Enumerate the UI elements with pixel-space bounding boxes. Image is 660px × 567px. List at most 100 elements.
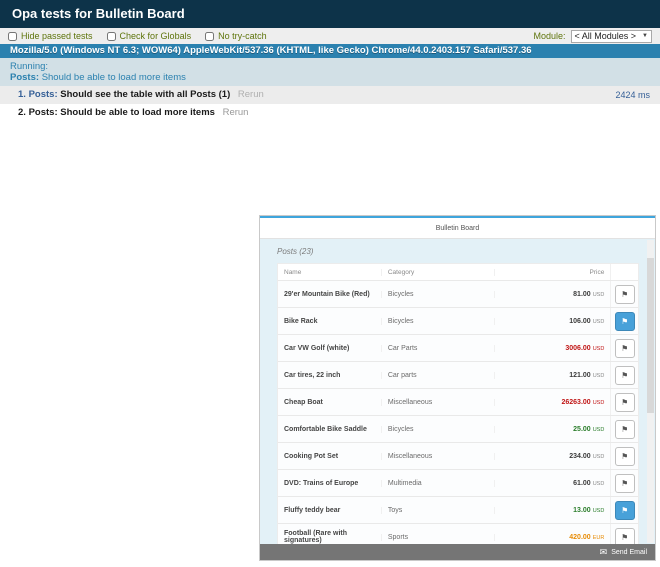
- hide-passed-tests-option[interactable]: Hide passed tests: [8, 31, 93, 41]
- flag-icon: ⚑: [621, 317, 628, 326]
- post-name: Cheap Boat: [278, 399, 381, 406]
- flag-button[interactable]: ⚑: [615, 474, 635, 493]
- test-result-status: Running:: [10, 61, 650, 72]
- price-value: 121.00: [569, 372, 590, 379]
- price-value: 13.00: [573, 507, 591, 514]
- flag-button[interactable]: ⚑: [615, 501, 635, 520]
- price-value: 234.00: [569, 453, 590, 460]
- hide-passed-tests-checkbox[interactable]: [8, 32, 17, 41]
- test-number: 2.: [18, 107, 26, 118]
- user-agent-banner: Mozilla/5.0 (Windows NT 6.3; WOW64) Appl…: [0, 44, 660, 58]
- price-currency: USD: [593, 454, 605, 460]
- hide-passed-tests-label: Hide passed tests: [21, 31, 93, 41]
- price-currency: USD: [593, 373, 605, 379]
- flag-button[interactable]: ⚑: [615, 393, 635, 412]
- post-category: Car parts: [381, 372, 494, 379]
- scrollbar-thumb[interactable]: [647, 258, 654, 413]
- post-category: Sports: [381, 534, 494, 541]
- table-row[interactable]: DVD: Trains of Europe Multimedia 61.00US…: [278, 470, 638, 497]
- price-value: 25.00: [573, 426, 591, 433]
- module-dropdown[interactable]: < All Modules > ▼: [571, 30, 653, 43]
- test-name: Should see the table with all Posts: [60, 89, 216, 100]
- post-category: Bicycles: [381, 426, 494, 433]
- flag-button[interactable]: ⚑: [615, 285, 635, 304]
- flag-button[interactable]: ⚑: [615, 420, 635, 439]
- send-email-button[interactable]: Send Email: [611, 549, 647, 556]
- post-name: Bike Rack: [278, 318, 381, 325]
- table-row[interactable]: Cooking Pot Set Miscellaneous 234.00USD …: [278, 443, 638, 470]
- table-row[interactable]: Cheap Boat Miscellaneous 26263.00USD ⚑: [278, 389, 638, 416]
- post-price: 26263.00USD: [494, 399, 611, 406]
- price-value: 106.00: [569, 318, 590, 325]
- test-result-banner: Running: Posts: Should be able to load m…: [0, 58, 660, 86]
- flag-icon: ⚑: [621, 398, 628, 407]
- test-runtime: 2424 ms: [615, 90, 650, 100]
- price-value: 420.00: [569, 534, 590, 541]
- check-for-globals-label: Check for Globals: [120, 31, 192, 41]
- post-price: 3006.00USD: [494, 345, 611, 352]
- flag-button[interactable]: ⚑: [615, 312, 635, 331]
- module-label: Module:: [533, 31, 565, 41]
- table-row[interactable]: Bike Rack Bicycles 106.00USD ⚑: [278, 308, 638, 335]
- price-currency: USD: [593, 481, 605, 487]
- check-for-globals-option[interactable]: Check for Globals: [107, 31, 192, 41]
- no-try-catch-option[interactable]: No try-catch: [205, 31, 267, 41]
- app-footer-bar: ✉ Send Email: [260, 544, 655, 560]
- post-name: Comfortable Bike Saddle: [278, 426, 381, 433]
- flag-icon: ⚑: [621, 371, 628, 380]
- assertion-count: (1): [219, 89, 231, 100]
- rerun-link[interactable]: Rerun: [223, 107, 249, 118]
- price-currency: USD: [593, 400, 605, 406]
- test-item-1[interactable]: 2424 ms 1. Posts: Should see the table w…: [0, 86, 660, 104]
- price-currency: USD: [593, 508, 605, 514]
- no-try-catch-checkbox[interactable]: [205, 32, 214, 41]
- post-category: Miscellaneous: [381, 453, 494, 460]
- module-dropdown-value: < All Modules >: [575, 31, 637, 42]
- posts-table: Name Category Price 29'er Mountain Bike …: [277, 263, 639, 551]
- post-name: 29'er Mountain Bike (Red): [278, 291, 381, 298]
- flag-icon: ⚑: [621, 425, 628, 434]
- post-name: Car tires, 22 inch: [278, 372, 381, 379]
- app-scrollbar[interactable]: [647, 240, 654, 543]
- post-price: 121.00USD: [494, 372, 611, 379]
- test-module-name: Posts:: [29, 89, 58, 100]
- price-value: 26263.00: [561, 399, 590, 406]
- table-row[interactable]: Fluffy teddy bear Toys 13.00USD ⚑: [278, 497, 638, 524]
- column-header-category: Category: [381, 269, 494, 276]
- price-currency: USD: [593, 346, 605, 352]
- test-list: 2424 ms 1. Posts: Should see the table w…: [0, 86, 660, 122]
- post-price: 106.00USD: [494, 318, 611, 325]
- table-row[interactable]: 29'er Mountain Bike (Red) Bicycles 81.00…: [278, 281, 638, 308]
- post-name: Fluffy teddy bear: [278, 507, 381, 514]
- post-name: Football (Rare with signatures): [278, 530, 381, 544]
- price-currency: EUR: [593, 535, 605, 541]
- flag-button[interactable]: ⚑: [615, 447, 635, 466]
- posts-panel-title: Posts (23): [260, 239, 655, 263]
- post-name: Cooking Pot Set: [278, 453, 381, 460]
- post-name: DVD: Trains of Europe: [278, 480, 381, 487]
- post-name: Car VW Golf (white): [278, 345, 381, 352]
- test-item-2[interactable]: 2. Posts: Should be able to load more it…: [0, 104, 660, 122]
- email-icon: ✉: [600, 548, 608, 557]
- table-row[interactable]: Car tires, 22 inch Car parts 121.00USD ⚑: [278, 362, 638, 389]
- flag-icon: ⚑: [621, 479, 628, 488]
- page-title: Opa tests for Bulletin Board: [0, 0, 660, 28]
- rerun-link[interactable]: Rerun: [238, 89, 264, 100]
- flag-button[interactable]: ⚑: [615, 339, 635, 358]
- post-category: Bicycles: [381, 291, 494, 298]
- table-header-row: Name Category Price: [278, 264, 638, 281]
- column-header-name: Name: [278, 269, 381, 276]
- table-row[interactable]: Comfortable Bike Saddle Bicycles 25.00US…: [278, 416, 638, 443]
- price-value: 61.00: [573, 480, 591, 487]
- dropdown-arrow-icon: ▼: [642, 31, 648, 42]
- no-try-catch-label: No try-catch: [218, 31, 267, 41]
- flag-icon: ⚑: [621, 290, 628, 299]
- check-for-globals-checkbox[interactable]: [107, 32, 116, 41]
- flag-button[interactable]: ⚑: [615, 366, 635, 385]
- table-row[interactable]: Car VW Golf (white) Car Parts 3006.00USD…: [278, 335, 638, 362]
- price-value: 3006.00: [565, 345, 590, 352]
- price-value: 81.00: [573, 291, 591, 298]
- post-price: 61.00USD: [494, 480, 611, 487]
- test-number: 1.: [18, 89, 26, 100]
- post-price: 25.00USD: [494, 426, 611, 433]
